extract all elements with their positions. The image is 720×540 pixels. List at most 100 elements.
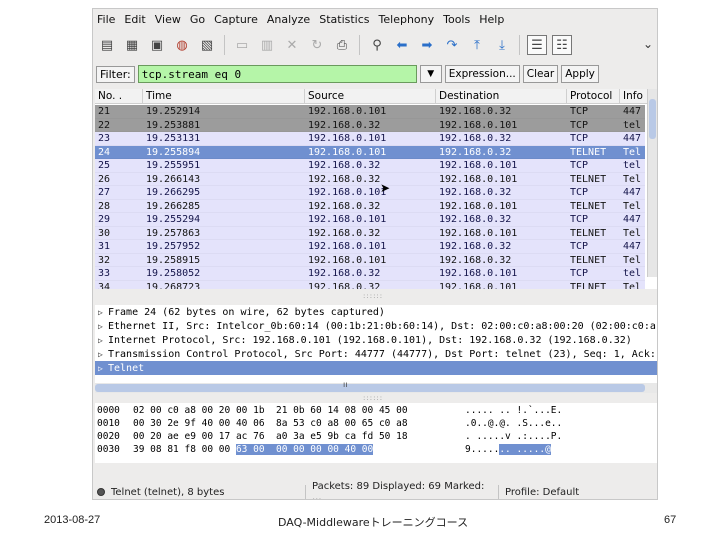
details-tree-item[interactable]: ▷ Internet Protocol, Src: 192.168.0.101 (… [95, 333, 657, 347]
details-tree-item[interactable]: ▷ Transmission Control Protocol, Src Port… [95, 347, 657, 361]
packet-row[interactable]: 27 19.266295 192.168.0.101 192.168.0.32 TCP 4… [95, 186, 645, 200]
byte-ascii[interactable]: 9....... .....@ [465, 444, 585, 455]
expression-button[interactable]: Expression... [444, 65, 520, 83]
packet-cell-no: 25 [98, 160, 111, 171]
capture-options-icon[interactable]: ▦ [122, 35, 142, 55]
menu-tools[interactable]: Tools [443, 13, 470, 26]
filter-input[interactable]: tcp.stream eq 0 [137, 65, 417, 83]
toolbar-overflow-icon[interactable]: ⌄ [643, 37, 653, 51]
packet-row[interactable]: 32 19.258915 192.168.0.101 192.168.0.32 TELN… [95, 253, 645, 267]
menu-help[interactable]: Help [479, 13, 504, 26]
packet-cell-proto: TELNET [570, 227, 607, 239]
stop-capture-icon[interactable]: ◍ [172, 35, 192, 55]
packet-row[interactable]: 26 19.266143 192.168.0.32 192.168.0.101 TELN… [95, 172, 645, 186]
go-first-icon[interactable]: ⤒ [467, 35, 487, 55]
column-header-source[interactable]: Source [305, 89, 436, 103]
column-header-time[interactable]: Time [143, 89, 305, 103]
start-capture-icon[interactable]: ▣ [147, 35, 167, 55]
packet-cell-dst: 192.168.0.32 [439, 254, 512, 266]
packet-cell-time: 19.258052 [146, 268, 201, 279]
details-tree-item[interactable]: ▷ Ethernet II, Src: Intelcor_0b:60:14 (00… [95, 319, 657, 333]
expand-arrow-icon[interactable]: ▷ [98, 364, 108, 373]
byte-ascii[interactable]: ..... .. !.`...E. [465, 405, 585, 416]
menu-capture[interactable]: Capture [214, 13, 258, 26]
packet-row[interactable]: 24 19.255894 192.168.0.101 192.168.0.32 TELN… [95, 145, 645, 159]
find-packet-icon[interactable]: ⚲ [367, 35, 387, 55]
packet-cell-proto: TCP [570, 214, 589, 225]
details-tree-item[interactable]: ▷ Frame 24 (62 bytes on wire, 62 bytes ca… [95, 305, 657, 319]
expert-info-icon[interactable] [97, 488, 105, 496]
byte-ascii[interactable]: . .....v .:....P. [465, 431, 585, 442]
go-last-icon[interactable]: ⤓ [492, 35, 512, 55]
menu-analyze[interactable]: Analyze [267, 13, 310, 26]
filter-button[interactable]: Filter: [96, 65, 135, 83]
packet-cell-no: 34 [98, 281, 111, 290]
packet-cell-proto: TELNET [570, 173, 607, 185]
packet-row[interactable]: 31 19.257952 192.168.0.101 192.168.0.32 TCP 4… [95, 240, 645, 254]
packet-cell-time: 19.253881 [146, 119, 201, 131]
packet-cell-no: 28 [98, 200, 111, 212]
reload-icon[interactable]: ↻ [307, 35, 327, 55]
packet-cell-dst: 192.168.0.101 [439, 173, 518, 185]
autoscroll-icon[interactable]: ☷ [552, 35, 572, 55]
byte-hex[interactable]: 00 30 2e 9f 40 00 40 06 8a 53 c0 a8 00 6… [133, 418, 465, 429]
scrollbar-thumb[interactable] [95, 384, 645, 392]
packet-row[interactable]: 28 19.266285 192.168.0.32 192.168.0.101 TELN… [95, 199, 645, 213]
column-header-destination[interactable]: Destination [436, 89, 567, 103]
packet-row[interactable]: 25 19.255951 192.168.0.32 192.168.0.101 TCP t… [95, 159, 645, 173]
filter-dropdown-icon[interactable]: ▼ [419, 65, 442, 83]
clear-button[interactable]: Clear [522, 65, 559, 83]
column-header-info[interactable]: Info [620, 89, 649, 103]
menu-statistics[interactable]: Statistics [319, 13, 369, 26]
packet-row[interactable]: 34 19.268723 192.168.0.32 192.168.0.101 TELN… [95, 280, 645, 290]
toolbar-separator [224, 35, 225, 55]
packet-cell-src: 192.168.0.101 [308, 254, 387, 266]
expand-arrow-icon[interactable]: ▷ [98, 322, 108, 331]
packet-row[interactable]: 22 19.253881 192.168.0.32 192.168.0.101 TCP t… [95, 118, 645, 132]
byte-hex[interactable]: 39 08 81 f8 00 00 63 00 00 00 00 00 40 0… [133, 444, 465, 455]
packet-row[interactable]: 21 19.252914 192.168.0.101 192.168.0.32 TCP 4… [95, 105, 645, 119]
go-to-packet-icon[interactable]: ↷ [442, 35, 462, 55]
go-back-icon[interactable]: ⬅ [392, 35, 412, 55]
status-separator [305, 485, 306, 499]
print-icon[interactable]: ⎙ [332, 35, 352, 55]
column-header-protocol[interactable]: Protocol [567, 89, 620, 103]
pane-splitter[interactable]: :::::: [93, 292, 657, 300]
expand-arrow-icon[interactable]: ▷ [98, 350, 108, 359]
menu-view[interactable]: View [155, 13, 181, 26]
packet-row[interactable]: 30 19.257863 192.168.0.32 192.168.0.101 TELN… [95, 226, 645, 240]
apply-button[interactable]: Apply [561, 65, 599, 83]
status-profile[interactable]: Profile: Default [505, 487, 585, 498]
go-forward-icon[interactable]: ➡ [417, 35, 437, 55]
packet-row[interactable]: 33 19.258052 192.168.0.32 192.168.0.101 TCP t… [95, 267, 645, 281]
packet-cell-time: 19.257863 [146, 227, 201, 239]
save-file-icon[interactable]: ▥ [257, 35, 277, 55]
interface-list-icon[interactable]: ▤ [97, 35, 117, 55]
packet-cell-src: 192.168.0.32 [308, 200, 381, 212]
packet-list-vscrollbar[interactable] [647, 89, 657, 277]
packet-cell-dst: 192.168.0.32 [439, 106, 512, 117]
restart-capture-icon[interactable]: ▧ [197, 35, 217, 55]
scrollbar-thumb[interactable] [649, 99, 656, 139]
packet-row[interactable]: 29 19.255294 192.168.0.101 192.168.0.32 TCP 4… [95, 213, 645, 227]
packet-cell-proto: TCP [570, 106, 589, 117]
open-file-icon[interactable]: ▭ [232, 35, 252, 55]
byte-hex[interactable]: 02 00 c0 a8 00 20 00 1b 21 0b 60 14 08 0… [133, 405, 465, 416]
packet-cell-proto: TCP [570, 241, 589, 252]
pane-splitter[interactable]: :::::: [93, 394, 657, 402]
byte-hex[interactable]: 00 20 ae e9 00 17 ac 76 a0 3a e5 9b ca f… [133, 431, 465, 442]
details-hscrollbar[interactable]: ıı [95, 380, 657, 393]
packet-row[interactable]: 23 19.253131 192.168.0.101 192.168.0.32 TCP 4… [95, 132, 645, 146]
close-file-icon[interactable]: ✕ [282, 35, 302, 55]
details-tree-item[interactable]: ▷ Telnet [95, 361, 657, 375]
menu-file[interactable]: File [97, 13, 115, 26]
expand-arrow-icon[interactable]: ▷ [98, 336, 108, 345]
column-header-no[interactable]: No. . [95, 89, 143, 103]
colorize-icon[interactable]: ☰ [527, 35, 547, 55]
menu-go[interactable]: Go [190, 13, 205, 26]
byte-ascii[interactable]: .0..@.@. .S...e.. [465, 418, 585, 429]
packet-cell-dst: 192.168.0.101 [439, 119, 518, 131]
expand-arrow-icon[interactable]: ▷ [98, 308, 108, 317]
menu-telephony[interactable]: Telephony [379, 13, 435, 26]
menu-edit[interactable]: Edit [124, 13, 145, 26]
